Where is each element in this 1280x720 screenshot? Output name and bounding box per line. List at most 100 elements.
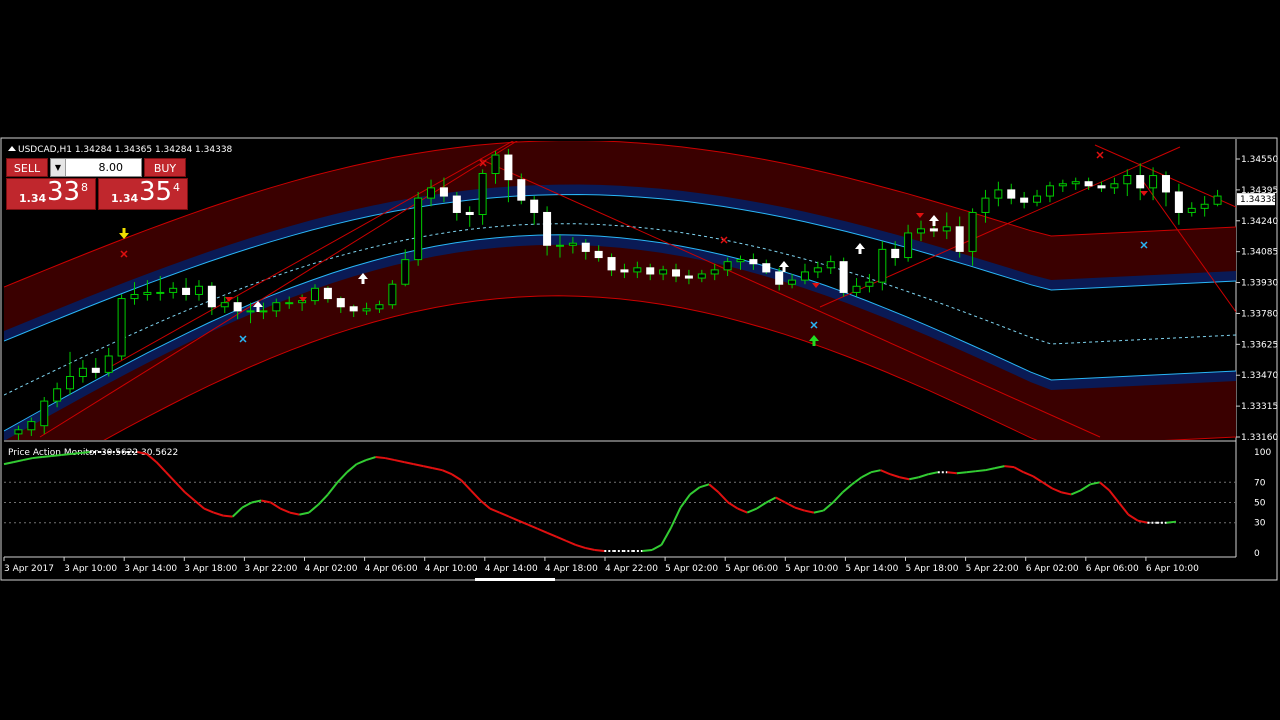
oscillator-tick-label: 50	[1254, 499, 1266, 509]
buy-price-prefix: 1.34	[111, 192, 139, 205]
candle-body	[684, 275, 693, 279]
oscillator-segment	[775, 496, 786, 504]
lot-size-input[interactable]	[67, 159, 123, 176]
candle-body	[555, 244, 564, 247]
candle-body	[581, 242, 590, 252]
oscillator-segment	[1080, 483, 1091, 492]
oscillator-tick-label: 100	[1254, 448, 1271, 458]
time-tick-label: 4 Apr 10:00	[425, 564, 478, 574]
oscillator-segment	[727, 501, 739, 510]
oscillator-segment	[327, 481, 339, 496]
candle-body	[723, 261, 732, 271]
candle-body	[388, 283, 397, 306]
time-tick-label: 6 Apr 10:00	[1146, 564, 1199, 574]
oscillator-segment	[1166, 520, 1177, 524]
symbol-info: USDCAD,H1 1.34284 1.34365 1.34284 1.3433…	[18, 145, 233, 155]
cross-marker-icon	[720, 236, 728, 244]
time-tick-label: 5 Apr 02:00	[665, 564, 718, 574]
sell-price-box[interactable]: 1.34 33 8	[6, 177, 96, 210]
price-tick-label: 1.34240	[1241, 217, 1278, 227]
oscillator-segment	[80, 451, 90, 455]
buy-price-box[interactable]: 1.34 35 4	[98, 177, 188, 210]
oscillator-segment	[413, 463, 424, 468]
sell-price-fraction: 8	[81, 181, 88, 194]
candle-body	[981, 197, 990, 213]
chevron-down-icon[interactable]: ▼	[51, 159, 66, 176]
candle-body	[697, 273, 706, 279]
candle-body	[788, 279, 797, 285]
oscillator-segment	[1118, 501, 1130, 516]
candle-body	[594, 250, 603, 259]
time-tick-label: 3 Apr 18:00	[184, 564, 237, 574]
sell-button[interactable]: SELL	[6, 158, 48, 177]
candle-body	[878, 248, 887, 283]
oscillator-segment	[918, 473, 929, 479]
candle-body	[272, 302, 281, 312]
oscillator-segment	[1023, 471, 1034, 478]
candle-body	[517, 179, 526, 201]
candle-body	[285, 302, 294, 305]
oscillator-segment	[1061, 491, 1072, 496]
candle-body	[259, 310, 268, 313]
candle-body	[452, 195, 461, 213]
candle-body	[891, 248, 900, 259]
candle-body	[1033, 195, 1042, 203]
candle-body	[91, 367, 100, 373]
candle-body	[401, 259, 410, 285]
candle-body	[311, 287, 319, 302]
candle-body	[968, 211, 977, 252]
oscillator-segment	[479, 499, 491, 510]
time-tick-label: 4 Apr 22:00	[605, 564, 658, 574]
oscillator-segment	[42, 455, 52, 459]
chart-window[interactable]: 1.34550 1.34395 1.34240 1.34085 1.33930 1.337…	[0, 137, 1280, 582]
arrow-up-icon	[855, 243, 865, 254]
oscillator-segment	[975, 469, 986, 473]
oscillator-segment	[231, 506, 243, 518]
candle-body	[504, 154, 513, 181]
candle-body	[156, 291, 165, 294]
oscillator-segment	[737, 507, 748, 514]
candle-body	[427, 187, 436, 199]
oscillator-segment	[308, 503, 320, 514]
candle-body	[27, 421, 36, 431]
time-tick-label: 3 Apr 2017	[4, 564, 54, 574]
candle-body	[1045, 185, 1054, 197]
oscillator-segment	[746, 507, 758, 514]
oscillator-segment	[394, 459, 405, 464]
candle-body	[607, 257, 616, 271]
oscillator-segment	[527, 523, 538, 530]
oscillator-segment	[470, 489, 482, 502]
price-tick-label: 1.33470	[1241, 371, 1278, 381]
time-tick-label: 5 Apr 06:00	[725, 564, 778, 574]
time-tick-label: 6 Apr 06:00	[1086, 564, 1139, 574]
candle-body	[491, 154, 500, 175]
oscillator-segment	[822, 501, 834, 512]
price-chart[interactable]: 1.345501.343951.342401.340851.339301.337…	[0, 137, 1280, 582]
oscillator-segment	[336, 471, 348, 483]
oscillator-segment	[956, 471, 967, 475]
candle-body	[736, 259, 745, 263]
buy-price-fraction: 4	[173, 181, 180, 194]
oscillator-segment	[489, 507, 500, 514]
oscillator-segment	[499, 511, 510, 518]
candle-body	[40, 400, 49, 427]
time-tick-label: 4 Apr 18:00	[545, 564, 598, 574]
oscillator-segment	[441, 469, 453, 476]
oscillator-segment	[985, 467, 996, 472]
candle-body	[194, 285, 203, 295]
buy-price-pips: 35	[139, 177, 173, 207]
time-tick-label: 3 Apr 10:00	[64, 564, 117, 574]
candle-body	[1161, 175, 1170, 193]
buy-button[interactable]: BUY	[144, 158, 186, 177]
candle-body	[362, 308, 371, 312]
candle-body	[530, 199, 539, 213]
oscillator-segment	[870, 469, 881, 474]
oscillator-segment	[994, 465, 1005, 470]
candle-body	[104, 355, 113, 373]
candle-body	[1097, 185, 1106, 189]
oscillator-segment	[241, 501, 253, 509]
oscillator-segment	[213, 511, 224, 517]
lot-size-field[interactable]: ▼	[50, 158, 142, 177]
candle-body	[1084, 181, 1093, 187]
oscillator-segment	[660, 527, 672, 546]
